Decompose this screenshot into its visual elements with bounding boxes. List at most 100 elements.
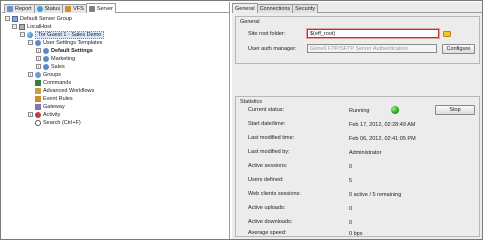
- report-icon: [7, 6, 13, 12]
- user-auth-value: Gene6 FTP/SFTP Server Authentication: [310, 45, 408, 52]
- tree-item-gateway[interactable]: Gateway: [35, 103, 65, 110]
- stat-label-last-modified-time: Last modified time:: [248, 135, 295, 141]
- statistics-group-title: Statistics: [240, 99, 263, 105]
- tab-vfs[interactable]: VFS: [62, 4, 87, 13]
- tree-label: Default Server Group: [20, 15, 72, 22]
- tab-vfs-label: VFS: [73, 6, 84, 12]
- tree-label: User Settings Templates: [43, 39, 103, 46]
- tree-item-event-rules[interactable]: Event Rules: [35, 95, 73, 102]
- collapse-icon[interactable]: −: [12, 24, 17, 29]
- right-tab-bar: General Connections Security: [232, 3, 319, 13]
- site-root-label: Site root folder:: [248, 31, 286, 37]
- collapse-icon[interactable]: −: [5, 16, 10, 21]
- general-group-title: General: [240, 19, 260, 25]
- collapse-icon[interactable]: −: [28, 40, 33, 45]
- left-tab-bar: Report Status VFS Server: [4, 3, 117, 13]
- tree-label: LocalHost: [27, 23, 52, 30]
- tree-label: Gateway: [43, 103, 65, 110]
- right-pane: General Connections Security General Sit…: [232, 2, 482, 239]
- expand-icon[interactable]: +: [36, 64, 41, 69]
- vfs-icon: [65, 6, 72, 12]
- tab-server[interactable]: Server: [85, 3, 117, 13]
- running-status-icon: [391, 106, 399, 114]
- statistics-group: Statistics Current status: Running Stop …: [235, 96, 480, 237]
- tree-item-guest-domain[interactable]: − Tor Guest 1 - Sales Demo: [20, 30, 105, 39]
- tree-label: Marketing: [51, 55, 76, 62]
- tree-label: Sales: [51, 63, 65, 70]
- tree-label: Activity: [43, 111, 61, 118]
- tree-item-localhost[interactable]: − LocalHost: [12, 23, 51, 30]
- tree-item-activity[interactable]: + Activity: [28, 111, 60, 118]
- gateway-icon: [35, 103, 41, 110]
- collapse-icon[interactable]: −: [20, 32, 25, 37]
- general-group: General Site root folder: $(eff_root) Us…: [235, 16, 480, 64]
- activity-icon: [35, 111, 41, 118]
- templates-icon: [35, 39, 41, 46]
- tree-item-default-settings[interactable]: + Default Settings: [36, 47, 93, 54]
- tree-item-sales[interactable]: + Sales: [36, 63, 65, 70]
- tree-label: Event Rules: [43, 95, 73, 102]
- tree-item-default-server-group[interactable]: − Default Server Group: [5, 15, 72, 22]
- template-icon: [43, 63, 49, 70]
- browse-folder-icon[interactable]: [443, 31, 451, 37]
- stat-label-average-speed: Average speed:: [248, 230, 287, 236]
- stat-label-active-downloads: Active downloads:: [248, 219, 293, 225]
- user-auth-label: User auth manager:: [248, 46, 297, 52]
- stat-label-active-uploads: Active uploads:: [248, 205, 286, 211]
- stat-value-last-modified-by: Administrator: [349, 150, 382, 156]
- tree-label: Commands: [43, 79, 72, 86]
- server-group-icon: [12, 15, 18, 22]
- tab-status[interactable]: Status: [33, 4, 64, 13]
- tree-item-advanced-workflows[interactable]: Advanced Workflows: [35, 87, 94, 94]
- tree-label: Advanced Workflows: [43, 87, 95, 94]
- stat-value-users-defined: 5: [349, 178, 353, 184]
- stat-label-users-defined: Users defined:: [248, 177, 284, 183]
- stat-label-start-datetime: Start date/time:: [248, 121, 286, 127]
- expand-icon[interactable]: +: [36, 48, 41, 53]
- tab-report-label: Report: [15, 6, 32, 12]
- configure-button[interactable]: Configure: [442, 44, 475, 54]
- stat-value-active-uploads: 0: [349, 206, 353, 212]
- tab-general[interactable]: General: [232, 3, 258, 13]
- stat-value-active-sessions: 0: [349, 164, 353, 170]
- app-window: Report Status VFS Server − Default Serve…: [0, 0, 483, 240]
- site-root-value: $(eff_root): [310, 30, 336, 37]
- site-root-field[interactable]: $(eff_root): [307, 29, 439, 38]
- expand-icon[interactable]: +: [28, 72, 33, 77]
- commands-icon: [35, 79, 41, 86]
- tree-label: Search (Ctrl+F): [43, 119, 81, 126]
- tree-item-commands[interactable]: Commands: [35, 79, 71, 86]
- left-pane: Report Status VFS Server − Default Serve…: [2, 2, 230, 239]
- template-icon: [43, 47, 49, 54]
- stat-value-web-clients: 0 active / 5 remaining: [349, 192, 402, 198]
- stat-label-last-modified-by: Last modified by:: [248, 149, 290, 155]
- template-icon: [43, 55, 49, 62]
- tab-security[interactable]: Security: [292, 4, 319, 13]
- tree-label-selected: Tor Guest 1 - Sales Demo: [35, 30, 105, 39]
- tree-label: Default Settings: [51, 47, 93, 54]
- tab-report[interactable]: Report: [4, 4, 35, 13]
- stop-button[interactable]: Stop: [435, 105, 475, 115]
- event-rules-icon: [35, 95, 41, 102]
- tree-item-search[interactable]: Search (Ctrl+F): [35, 119, 81, 126]
- tree-item-marketing[interactable]: + Marketing: [36, 55, 75, 62]
- tree-item-groups[interactable]: + Groups: [28, 71, 61, 78]
- tab-server-label: Server: [96, 5, 114, 12]
- tree-item-user-settings-templates[interactable]: − User Settings Templates: [28, 39, 103, 46]
- stat-value-active-downloads: 0: [349, 220, 353, 226]
- stat-value-current-status: Running: [349, 108, 370, 114]
- tab-connections[interactable]: Connections: [256, 4, 294, 13]
- globe-icon: [27, 31, 33, 38]
- expand-icon[interactable]: +: [36, 56, 41, 61]
- stat-label-web-clients: Web clients sessions:: [248, 191, 301, 197]
- tree-label: Groups: [43, 71, 62, 78]
- search-icon: [35, 119, 41, 126]
- tab-status-label: Status: [44, 6, 61, 12]
- user-auth-field: Gene6 FTP/SFTP Server Authentication: [307, 44, 437, 53]
- server-icon: [88, 5, 95, 12]
- stat-label-active-sessions: Active sessions:: [248, 163, 288, 169]
- stat-label-current-status: Current status:: [248, 107, 285, 113]
- expand-icon[interactable]: +: [28, 112, 33, 117]
- computer-icon: [19, 23, 25, 30]
- workflow-icon: [35, 87, 41, 94]
